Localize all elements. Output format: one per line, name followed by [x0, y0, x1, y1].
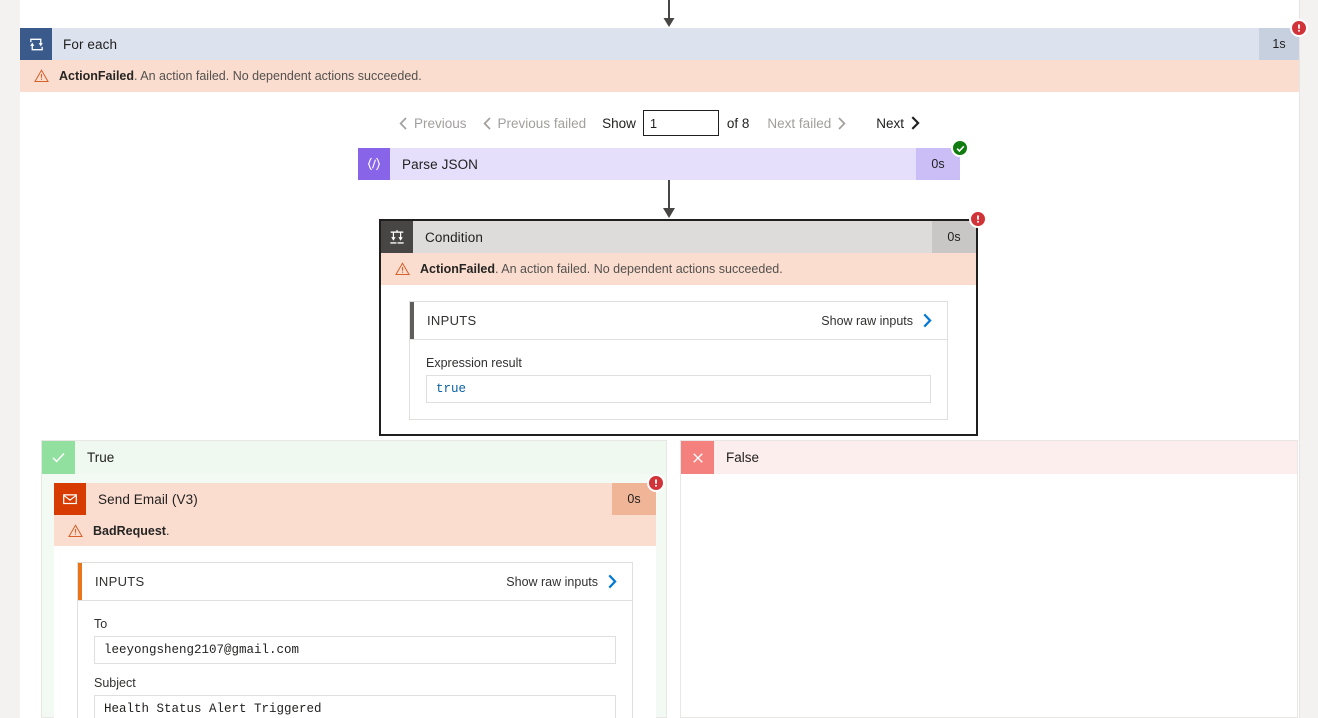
send-email-status-badge-error: [647, 474, 665, 492]
expression-result-label: Expression result: [426, 356, 522, 370]
foreach-error-strip: ActionFailed . An action failed. No depe…: [20, 60, 1299, 92]
cross-icon: [681, 441, 714, 474]
send-email-inputs-heading: INPUTS: [95, 574, 145, 589]
condition-error-code: ActionFailed: [420, 262, 496, 276]
inputs-accent-bar: [78, 563, 82, 600]
foreach-status-badge-error: [1290, 19, 1308, 37]
previous-failed-button[interactable]: Previous failed: [475, 114, 595, 133]
send-email-error-strip: BadRequest .: [54, 515, 656, 546]
warning-triangle-icon: [34, 69, 49, 83]
loop-icon: [20, 28, 52, 60]
parse-json-header[interactable]: Parse JSON 0s: [358, 139, 969, 180]
true-branch-label: True: [75, 441, 666, 474]
previous-failed-button-label: Previous failed: [497, 115, 587, 131]
foreach-duration-text: 1s: [1272, 37, 1286, 51]
condition-title: Condition: [425, 229, 483, 245]
condition-inputs-panel: INPUTS Show raw inputs Expression result…: [409, 301, 948, 420]
send-email-error-message: .: [165, 523, 170, 538]
run-history-canvas: For each 1s ActionFailed . An action fai…: [0, 0, 1318, 718]
show-label: Show: [602, 115, 636, 131]
subject-field-value: Health Status Alert Triggered: [94, 695, 616, 718]
send-email-action-card[interactable]: Send Email (V3) 0s BadRequest . INPUTS S…: [54, 474, 665, 718]
parse-json-duration-badge: 0s: [916, 139, 969, 180]
next-button-label: Next: [876, 115, 904, 131]
inputs-accent-bar: [410, 302, 414, 339]
subject-field-label: Subject: [94, 676, 136, 690]
condition-inputs-heading: INPUTS: [427, 313, 477, 328]
condition-duration-text: 0s: [947, 230, 961, 244]
condition-show-raw-inputs-link[interactable]: Show raw inputs: [821, 313, 947, 328]
foreach-header[interactable]: For each 1s: [20, 19, 1308, 60]
warning-triangle-icon: [395, 262, 410, 276]
page-total-label: of 8: [726, 115, 750, 131]
parse-json-status-badge-success: [951, 139, 969, 157]
foreach-error-message: . An action failed. No dependent actions…: [134, 69, 422, 83]
condition-false-branch: False: [680, 440, 1298, 718]
false-branch-header[interactable]: False: [681, 441, 1297, 474]
false-branch-label: False: [714, 441, 1297, 474]
chevron-right-icon: [608, 574, 617, 589]
condition-duration-badge: 0s: [932, 210, 987, 253]
true-branch-header[interactable]: True: [42, 441, 666, 474]
warning-triangle-icon: [68, 523, 83, 538]
chevron-left-icon: [482, 116, 491, 130]
condition-branch-icon: [381, 221, 413, 253]
expression-result-value: true: [426, 375, 931, 403]
workflow-canvas: For each 1s ActionFailed . An action fai…: [20, 0, 1308, 718]
to-field-value: leeyongsheng2107@gmail.com: [94, 636, 616, 664]
page-number-input[interactable]: [642, 110, 719, 136]
parse-json-action-card[interactable]: Parse JSON 0s: [358, 139, 969, 180]
condition-error-strip: ActionFailed . An action failed. No depe…: [381, 253, 976, 285]
send-email-body: INPUTS Show raw inputs To leeyongsheng21…: [54, 546, 656, 718]
parse-json-duration-text: 0s: [931, 157, 945, 171]
send-email-duration-text: 0s: [627, 492, 641, 506]
foreach-error-code: ActionFailed: [59, 69, 135, 83]
condition-inputs-body: Expression result true: [410, 340, 947, 419]
condition-inputs-header: INPUTS Show raw inputs: [410, 302, 947, 340]
condition-action-card[interactable]: Condition 0s ActionFailed . An action fa…: [379, 210, 987, 436]
send-email-error-code: BadRequest: [93, 523, 166, 538]
chevron-right-icon: [838, 116, 846, 130]
send-email-header[interactable]: Send Email (V3) 0s: [54, 474, 665, 515]
chevron-left-icon: [399, 116, 407, 130]
chevron-right-icon: [911, 116, 920, 130]
condition-true-branch: True Send Email (V3) 0s BadRequest . INP…: [41, 440, 667, 718]
parse-json-to-condition-connector: [659, 180, 679, 219]
send-email-show-raw-inputs-label: Show raw inputs: [506, 574, 598, 589]
previous-button-label: Previous: [414, 115, 467, 131]
left-gutter: [0, 0, 20, 718]
code-braces-icon: [358, 148, 390, 180]
foreach-action-card[interactable]: For each 1s ActionFailed . An action fai…: [20, 19, 1308, 92]
foreach-duration-badge: 1s: [1259, 19, 1308, 60]
chevron-right-icon: [923, 313, 932, 328]
envelope-icon: [54, 483, 86, 515]
right-scrollbar-track[interactable]: [1299, 0, 1318, 718]
parse-json-title: Parse JSON: [402, 156, 479, 172]
send-email-show-raw-inputs-link[interactable]: Show raw inputs: [506, 574, 632, 589]
send-email-title: Send Email (V3): [98, 491, 198, 507]
to-field-label: To: [94, 617, 108, 631]
iteration-pager: Previous Previous failed Show of 8 Next …: [20, 106, 1299, 140]
next-button[interactable]: Next: [868, 114, 928, 133]
send-email-inputs-panel: INPUTS Show raw inputs To leeyongsheng21…: [77, 562, 633, 718]
condition-error-message: . An action failed. No dependent actions…: [495, 262, 783, 276]
next-failed-button-label: Next failed: [767, 115, 832, 131]
send-email-inputs-body: To leeyongsheng2107@gmail.com Subject He…: [78, 601, 632, 718]
check-icon: [42, 441, 75, 474]
send-email-duration-badge: 0s: [612, 474, 665, 515]
condition-show-raw-inputs-label: Show raw inputs: [821, 313, 913, 328]
incoming-connector-arrow: [659, 0, 679, 28]
next-failed-button[interactable]: Next failed: [759, 114, 854, 133]
send-email-inputs-header: INPUTS Show raw inputs: [78, 563, 632, 601]
previous-button[interactable]: Previous: [391, 114, 475, 133]
condition-status-badge-error: [969, 210, 987, 228]
condition-header[interactable]: Condition 0s: [381, 210, 987, 253]
foreach-title: For each: [63, 36, 118, 52]
